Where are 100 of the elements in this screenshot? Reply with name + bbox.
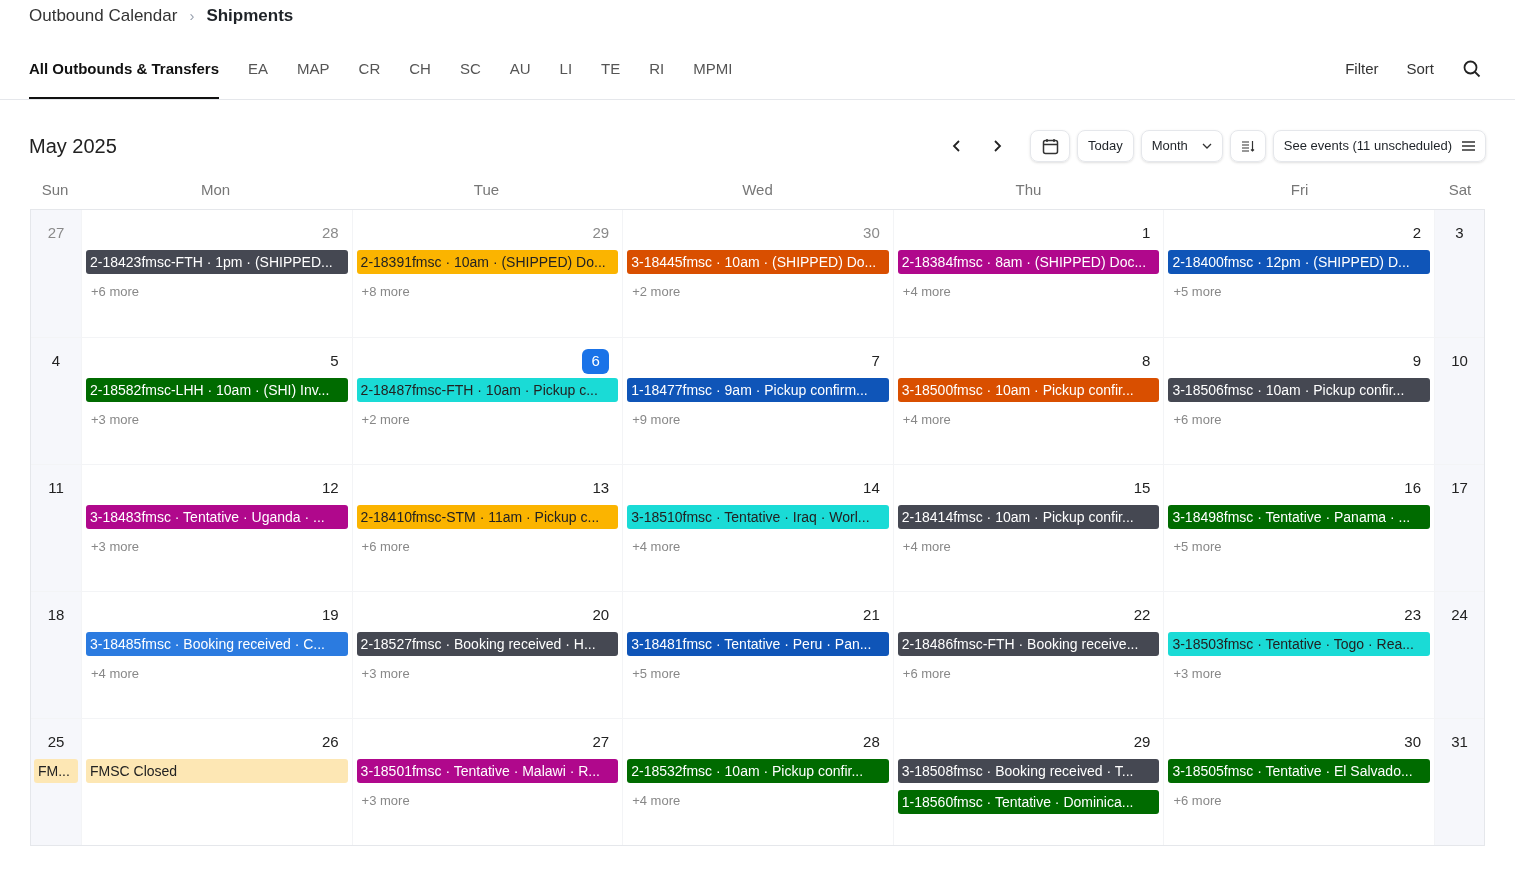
event-chip[interactable]: 3-18510fmsc · Tentative · Iraq · Worl... — [627, 505, 889, 529]
more-events-link[interactable]: +3 more — [1173, 664, 1222, 684]
more-events-link[interactable]: +2 more — [361, 410, 410, 430]
tab[interactable]: EA — [248, 39, 269, 99]
toolbar-button[interactable]: Sort — [1406, 57, 1434, 81]
menu-icon — [1462, 141, 1475, 151]
calendar-button[interactable] — [1030, 130, 1070, 162]
more-events-link[interactable]: +6 more — [1173, 410, 1222, 430]
date-number: 27 — [592, 731, 610, 752]
event-chip[interactable]: 2-18410fmsc-STM · 11am · Pickup c... — [356, 505, 619, 529]
breadcrumb-separator: › — [188, 5, 196, 26]
date-number: 1 — [1142, 222, 1151, 243]
event-chip[interactable]: 3-18505fmsc · Tentative · El Salvado... — [1168, 759, 1430, 783]
date-number: 22 — [1133, 604, 1151, 625]
tab[interactable]: CR — [358, 39, 381, 99]
tab[interactable]: MAP — [297, 39, 330, 99]
more-events-link[interactable]: +4 more — [632, 537, 681, 557]
more-events-link[interactable]: +6 more — [91, 282, 140, 302]
date-number: 5 — [330, 350, 339, 371]
event-chip[interactable]: 2-18400fmsc · 12pm · (SHIPPED) D... — [1168, 250, 1430, 274]
event-chip[interactable]: 2-18414fmsc · 10am · Pickup confir... — [897, 505, 1160, 529]
more-events-link[interactable]: +6 more — [361, 537, 410, 557]
event-chip[interactable]: 3-18485fmsc · Booking received · C... — [86, 632, 348, 656]
calendar-icon — [1041, 137, 1059, 155]
today-button[interactable]: Today — [1077, 130, 1134, 162]
event-chip[interactable]: 2-18384fmsc · 8am · (SHIPPED) Doc... — [897, 250, 1160, 274]
weekday-label: Fri — [1290, 179, 1309, 200]
more-events-link[interactable]: +5 more — [632, 664, 681, 684]
date-number: 26 — [321, 731, 339, 752]
date-number: 24 — [1451, 604, 1468, 625]
weekday-label: Wed — [742, 179, 773, 200]
event-chip[interactable]: 2-18486fmsc-FTH · Booking receive... — [897, 632, 1160, 656]
event-chip[interactable]: 2-18487fmsc-FTH · 10am · Pickup c... — [356, 378, 619, 402]
event-chip[interactable]: 3-18500fmsc · 10am · Pickup confir... — [897, 378, 1160, 402]
toolbar-button[interactable]: Filter — [1345, 57, 1379, 81]
date-number: 18 — [47, 604, 65, 625]
event-chip[interactable]: 2-18532fmsc · 10am · Pickup confir... — [627, 759, 889, 783]
caret-icon — [1201, 143, 1212, 149]
more-events-link[interactable]: +6 more — [902, 664, 951, 684]
more-events-link[interactable]: +3 more — [361, 664, 410, 684]
event-chip[interactable]: 2-18527fmsc · Booking received · H... — [356, 632, 619, 656]
weekday-label: Sun — [41, 179, 69, 200]
weekday-label: Mon — [200, 179, 231, 200]
date-number: 31 — [1451, 731, 1468, 752]
tab[interactable]: LI — [559, 39, 573, 99]
date-number: 25 — [47, 731, 65, 752]
event-chip[interactable]: 3-18481fmsc · Tentative · Peru · Pan... — [627, 632, 889, 656]
search-icon — [1462, 59, 1482, 79]
event-chip[interactable]: 3-18503fmsc · Tentative · Togo · Rea... — [1168, 632, 1430, 656]
more-events-link[interactable]: +6 more — [1173, 791, 1222, 811]
weekday-label: Tue — [473, 179, 500, 200]
more-events-link[interactable]: +3 more — [91, 410, 140, 430]
more-events-link[interactable]: +5 more — [1173, 282, 1222, 302]
date-number: 28 — [863, 731, 880, 752]
weekday-label: Thu — [1015, 179, 1042, 200]
more-events-link[interactable]: +9 more — [632, 410, 681, 430]
see-events-button[interactable]: See events (11 unscheduled) — [1272, 130, 1486, 162]
date-number: 23 — [1404, 604, 1421, 625]
more-events-link[interactable]: +3 more — [361, 791, 410, 811]
event-chip[interactable]: FMSC Closed — [86, 759, 348, 783]
more-events-link[interactable]: +4 more — [902, 410, 951, 430]
event-chip[interactable]: 2-18423fmsc-FTH · 1pm · (SHIPPED... — [86, 250, 348, 274]
more-events-link[interactable]: +4 more — [91, 664, 140, 684]
event-chip[interactable]: FM... — [34, 759, 78, 783]
view-dropdown[interactable]: Month — [1140, 130, 1223, 162]
more-events-link[interactable]: +8 more — [361, 282, 410, 302]
event-chip[interactable]: 3-18506fmsc · 10am · Pickup confir... — [1168, 378, 1430, 402]
event-chip[interactable]: 1-18560fmsc · Tentative · Dominica... — [897, 790, 1160, 814]
event-chip[interactable]: 3-18498fmsc · Tentative · Panama · ... — [1168, 505, 1430, 529]
date-number: 15 — [1133, 477, 1151, 498]
date-number: 21 — [863, 604, 880, 625]
tab[interactable]: TE — [601, 39, 621, 99]
event-chip[interactable]: 1-18477fmsc · 9am · Pickup confirm... — [627, 378, 889, 402]
event-chip[interactable]: 3-18483fmsc · Tentative · Uganda · ... — [86, 505, 348, 529]
tab[interactable]: RI — [649, 39, 665, 99]
weekday-label: Sat — [1448, 179, 1472, 200]
month-title: May 2025 — [29, 134, 117, 159]
more-events-link[interactable]: +5 more — [1173, 537, 1222, 557]
more-events-link[interactable]: +3 more — [91, 537, 140, 557]
more-events-link[interactable]: +4 more — [902, 282, 951, 302]
tab[interactable]: CH — [409, 39, 431, 99]
tab[interactable]: MPMI — [693, 39, 733, 99]
date-number: 12 — [321, 477, 339, 498]
event-chip[interactable]: 3-18501fmsc · Tentative · Malawi · R... — [356, 759, 619, 783]
event-chip[interactable]: 2-18391fmsc · 10am · (SHIPPED) Do... — [356, 250, 619, 274]
event-chip[interactable]: 3-18445fmsc · 10am · (SHIPPED) Do... — [627, 250, 889, 274]
date-number: 29 — [592, 222, 610, 243]
tab[interactable]: All Outbounds & Transfers — [29, 39, 220, 99]
more-events-link[interactable]: +4 more — [902, 537, 951, 557]
tab[interactable]: SC — [459, 39, 481, 99]
event-chip[interactable]: 3-18508fmsc · Booking received · T... — [897, 759, 1160, 783]
tab[interactable]: AU — [509, 39, 531, 99]
breadcrumb-link[interactable]: Outbound Calendar — [29, 3, 178, 29]
sort-order-button[interactable] — [1229, 130, 1266, 162]
event-chip[interactable]: 2-18582fmsc-LHH · 10am · (SHI) Inv... — [86, 378, 348, 402]
more-events-link[interactable]: +2 more — [632, 282, 681, 302]
date-number: 27 — [47, 222, 65, 243]
date-number: 4 — [51, 350, 61, 371]
date-number: 14 — [863, 477, 880, 498]
more-events-link[interactable]: +4 more — [632, 791, 681, 811]
